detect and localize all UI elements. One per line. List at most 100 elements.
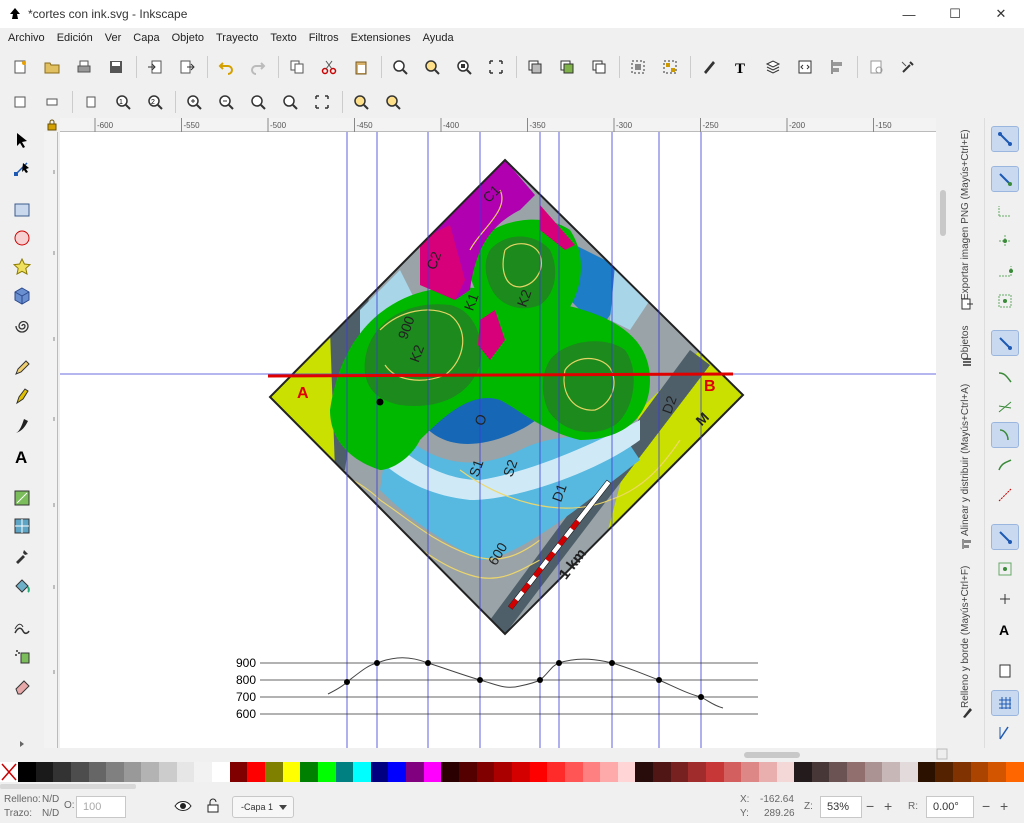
layer-lock-icon[interactable] <box>206 798 220 814</box>
horizontal-scroll-thumb[interactable] <box>744 752 800 758</box>
print-icon[interactable] <box>72 55 96 79</box>
palette-swatch[interactable] <box>882 762 901 782</box>
drawing-canvas[interactable]: C1 C2 K1 K2 900 K2 O S1 S2 D1 D2 M 600 1… <box>60 132 936 748</box>
palette-swatch[interactable] <box>70 762 89 782</box>
zoom-drawing-icon[interactable] <box>420 55 444 79</box>
palette-swatch[interactable] <box>282 762 301 782</box>
node-tool-icon[interactable] <box>10 156 34 180</box>
palette-swatch[interactable] <box>406 762 424 782</box>
align-distribute-icon[interactable] <box>825 55 849 79</box>
palette-swatch[interactable] <box>582 762 601 782</box>
copy-icon[interactable] <box>285 55 309 79</box>
zoom-center-icon[interactable] <box>349 90 373 114</box>
rotation-decrease-button[interactable]: − <box>982 798 990 814</box>
zoom-in-icon[interactable] <box>182 90 206 114</box>
menu-archivo[interactable]: Archivo <box>2 32 51 44</box>
snap-text-baseline-icon[interactable]: A <box>991 616 1019 642</box>
snap-guides-icon[interactable] <box>991 720 1019 746</box>
xml-editor-icon[interactable] <box>793 55 817 79</box>
document-properties-icon[interactable] <box>864 55 888 79</box>
palette-swatch[interactable] <box>794 762 812 782</box>
save-icon[interactable] <box>104 55 128 79</box>
3d-box-tool-icon[interactable] <box>10 284 34 308</box>
palette-swatch[interactable] <box>194 762 213 782</box>
palette-swatch[interactable] <box>53 762 71 782</box>
pen-tool-icon[interactable] <box>10 384 34 408</box>
palette-swatch[interactable] <box>705 762 724 782</box>
palette-swatch[interactable] <box>952 762 971 782</box>
zoom-increase-button[interactable]: + <box>884 798 892 814</box>
snap-nodes-icon[interactable] <box>991 330 1019 356</box>
zoom-1-1-icon[interactable]: 1 <box>111 90 135 114</box>
gradient-tool-icon[interactable] <box>10 486 34 510</box>
calligraphy-tool-icon[interactable] <box>10 414 34 438</box>
tab-relleno-borde[interactable]: Relleno y borde (Mayús+Ctrl+F) <box>960 558 971 708</box>
palette-swatch[interactable] <box>1005 762 1024 782</box>
palette-swatch[interactable] <box>212 762 230 782</box>
palette-swatch[interactable] <box>335 762 354 782</box>
zoom-1-2-icon[interactable]: 2 <box>143 90 167 114</box>
section-line[interactable] <box>267 372 734 378</box>
undo-icon[interactable] <box>214 55 238 79</box>
star-tool-icon[interactable] <box>10 255 34 279</box>
eye-icon[interactable] <box>174 798 192 814</box>
flip-icon[interactable] <box>79 90 103 114</box>
palette-swatch[interactable] <box>176 762 195 782</box>
paint-bucket-tool-icon[interactable] <box>10 574 34 598</box>
palette-swatch[interactable] <box>353 762 371 782</box>
selector-tool-icon[interactable] <box>10 128 34 152</box>
eraser-tool-icon[interactable] <box>10 674 34 698</box>
palette-swatch[interactable] <box>741 762 759 782</box>
preferences-icon[interactable] <box>896 55 920 79</box>
menu-ver[interactable]: Ver <box>99 32 128 44</box>
palette-swatch[interactable] <box>688 762 706 782</box>
zoom-page-icon[interactable] <box>452 55 476 79</box>
rotate-cw-icon[interactable] <box>40 90 64 114</box>
zoom-fit-icon[interactable] <box>246 90 270 114</box>
unlink-clone-icon[interactable] <box>587 55 611 79</box>
snap-smooth-nodes-icon[interactable] <box>991 452 1019 478</box>
palette-swatch[interactable] <box>264 762 283 782</box>
palette-swatch[interactable] <box>829 762 848 782</box>
spray-tool-icon[interactable] <box>10 644 34 668</box>
tweak-tool-icon[interactable] <box>10 616 34 640</box>
palette-swatch[interactable] <box>18 762 36 782</box>
snap-object-centers-icon[interactable] <box>991 556 1019 582</box>
palette-scrollbar[interactable] <box>0 784 136 789</box>
geologic-map[interactable] <box>270 160 760 650</box>
menu-texto[interactable]: Texto <box>264 32 302 44</box>
palette-swatch[interactable] <box>229 762 248 782</box>
palette-swatch[interactable] <box>653 762 671 782</box>
export-png-icon[interactable] <box>961 298 973 310</box>
menu-trayecto[interactable]: Trayecto <box>210 32 264 44</box>
snap-midpoints-icon[interactable] <box>991 482 1019 508</box>
palette-swatch[interactable] <box>141 762 160 782</box>
dropper-tool-icon[interactable] <box>10 544 34 568</box>
lock-icon[interactable] <box>46 119 58 131</box>
menu-capa[interactable]: Capa <box>127 32 165 44</box>
snap-bbox-edges-icon[interactable] <box>991 198 1019 224</box>
menu-filtros[interactable]: Filtros <box>303 32 345 44</box>
snap-bbox-icon[interactable] <box>991 166 1019 192</box>
snap-rotation-center-icon[interactable] <box>991 586 1019 612</box>
palette-swatch[interactable] <box>106 762 124 782</box>
align-icon[interactable] <box>961 538 973 550</box>
snap-bbox-midpoints-icon[interactable] <box>991 258 1019 284</box>
ungroup-icon[interactable] <box>658 55 682 79</box>
palette-swatch[interactable] <box>776 762 795 782</box>
vertical-ruler[interactable] <box>44 132 58 748</box>
palette-swatch[interactable] <box>670 762 689 782</box>
palette-swatch[interactable] <box>758 762 777 782</box>
group-icon[interactable] <box>626 55 650 79</box>
minimize-button[interactable]: — <box>886 0 932 28</box>
text-tool-icon[interactable]: A <box>10 444 34 468</box>
palette-swatch[interactable] <box>723 762 742 782</box>
palette-swatch[interactable] <box>811 762 830 782</box>
zoom-selection-icon[interactable] <box>388 55 412 79</box>
menu-objeto[interactable]: Objeto <box>166 32 210 44</box>
palette-swatch[interactable] <box>88 762 107 782</box>
palette-swatch[interactable] <box>494 762 512 782</box>
tab-objetos[interactable]: Objetos <box>960 318 971 360</box>
palette-swatch[interactable] <box>423 762 442 782</box>
palette-swatch[interactable] <box>935 762 953 782</box>
